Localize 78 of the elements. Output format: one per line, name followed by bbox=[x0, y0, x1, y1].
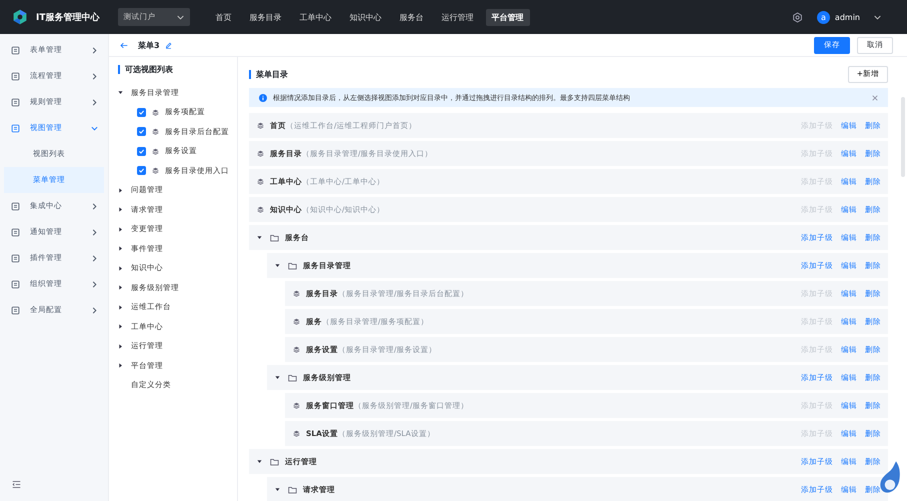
expand-caret-icon[interactable] bbox=[257, 235, 262, 240]
app-title: IT服务管理中心 bbox=[36, 11, 100, 24]
menu-item-icon bbox=[11, 228, 20, 236]
page-title: 菜单3 bbox=[138, 40, 160, 50]
layers-icon bbox=[152, 167, 159, 174]
chevron-icon bbox=[91, 254, 98, 262]
user-name[interactable]: admin bbox=[834, 12, 860, 22]
nav-tab[interactable]: 服务台 bbox=[394, 8, 430, 26]
layers-icon bbox=[293, 402, 300, 409]
nav-tab[interactable]: 运行管理 bbox=[436, 8, 480, 26]
expand-caret-icon[interactable] bbox=[118, 266, 123, 271]
expand-caret-icon[interactable] bbox=[118, 363, 123, 368]
folder-icon bbox=[288, 486, 297, 494]
layers-icon bbox=[257, 206, 264, 213]
layers-icon bbox=[257, 150, 264, 157]
chevron-icon bbox=[91, 124, 98, 132]
section-title: 可选视图列表 bbox=[118, 65, 173, 74]
user-avatar[interactable]: a bbox=[816, 10, 830, 24]
folder-icon bbox=[288, 374, 297, 382]
folder-icon bbox=[270, 458, 279, 466]
layers-icon bbox=[152, 108, 159, 116]
expand-caret-icon[interactable] bbox=[118, 344, 123, 349]
folder-icon bbox=[270, 234, 279, 242]
expand-caret-icon[interactable] bbox=[118, 90, 123, 96]
menu-item-icon bbox=[11, 254, 20, 262]
chevron-icon bbox=[91, 228, 98, 236]
nav-tab[interactable]: 工单中心 bbox=[294, 8, 338, 26]
back-arrow-icon[interactable] bbox=[120, 42, 128, 48]
menu-item-icon bbox=[11, 306, 20, 314]
layers-icon bbox=[152, 128, 159, 136]
caret-icon bbox=[176, 14, 184, 20]
nav-tab[interactable]: 平台管理 bbox=[486, 8, 530, 26]
close-icon[interactable] bbox=[872, 94, 878, 100]
expand-caret-icon[interactable] bbox=[118, 207, 123, 212]
checkbox[interactable] bbox=[137, 127, 146, 136]
chevron-icon bbox=[91, 306, 98, 314]
layers-icon bbox=[152, 148, 159, 155]
menu-item-icon bbox=[11, 98, 20, 106]
chevron-icon bbox=[91, 202, 98, 210]
menu-item-icon bbox=[11, 124, 20, 132]
expand-caret-icon[interactable] bbox=[118, 324, 123, 330]
chevron-icon bbox=[91, 98, 98, 106]
menu-item-icon bbox=[11, 280, 20, 288]
nav-tab[interactable]: 首页 bbox=[210, 8, 238, 26]
layers-icon bbox=[293, 346, 300, 353]
checkbox[interactable] bbox=[137, 146, 146, 156]
chevron-icon bbox=[91, 72, 98, 80]
expand-caret-icon[interactable] bbox=[118, 304, 123, 310]
logo-icon bbox=[12, 9, 28, 25]
layers-icon bbox=[293, 318, 300, 325]
collapse-icon[interactable] bbox=[12, 480, 21, 489]
menu-item-icon bbox=[11, 72, 20, 80]
layers-icon bbox=[293, 290, 300, 297]
checkbox[interactable] bbox=[137, 166, 146, 176]
menu-item-icon bbox=[11, 202, 20, 210]
expand-caret-icon[interactable] bbox=[118, 188, 123, 193]
nav-tab[interactable]: 服务目录 bbox=[244, 8, 288, 26]
expand-caret-icon[interactable] bbox=[257, 459, 262, 464]
settings-icon[interactable] bbox=[792, 12, 803, 22]
chevron-icon bbox=[91, 280, 98, 288]
expand-caret-icon[interactable] bbox=[275, 263, 280, 268]
chevron-icon bbox=[91, 46, 98, 54]
nav-tab[interactable]: 知识中心 bbox=[344, 8, 388, 26]
edit-icon[interactable] bbox=[164, 42, 172, 48]
caret-icon[interactable] bbox=[874, 14, 881, 20]
checkbox[interactable] bbox=[137, 108, 146, 117]
info-icon bbox=[259, 94, 267, 102]
section-title: 菜单目录 bbox=[249, 70, 288, 78]
layers-icon bbox=[257, 122, 264, 129]
expand-caret-icon[interactable] bbox=[118, 226, 123, 232]
menu-item-icon bbox=[11, 46, 20, 54]
expand-caret-icon[interactable] bbox=[275, 487, 280, 492]
expand-caret-icon[interactable] bbox=[118, 246, 123, 252]
folder-icon bbox=[288, 262, 297, 270]
layers-icon bbox=[257, 178, 264, 185]
layers-icon bbox=[293, 430, 300, 437]
expand-caret-icon[interactable] bbox=[118, 285, 123, 290]
expand-caret-icon[interactable] bbox=[275, 375, 280, 380]
